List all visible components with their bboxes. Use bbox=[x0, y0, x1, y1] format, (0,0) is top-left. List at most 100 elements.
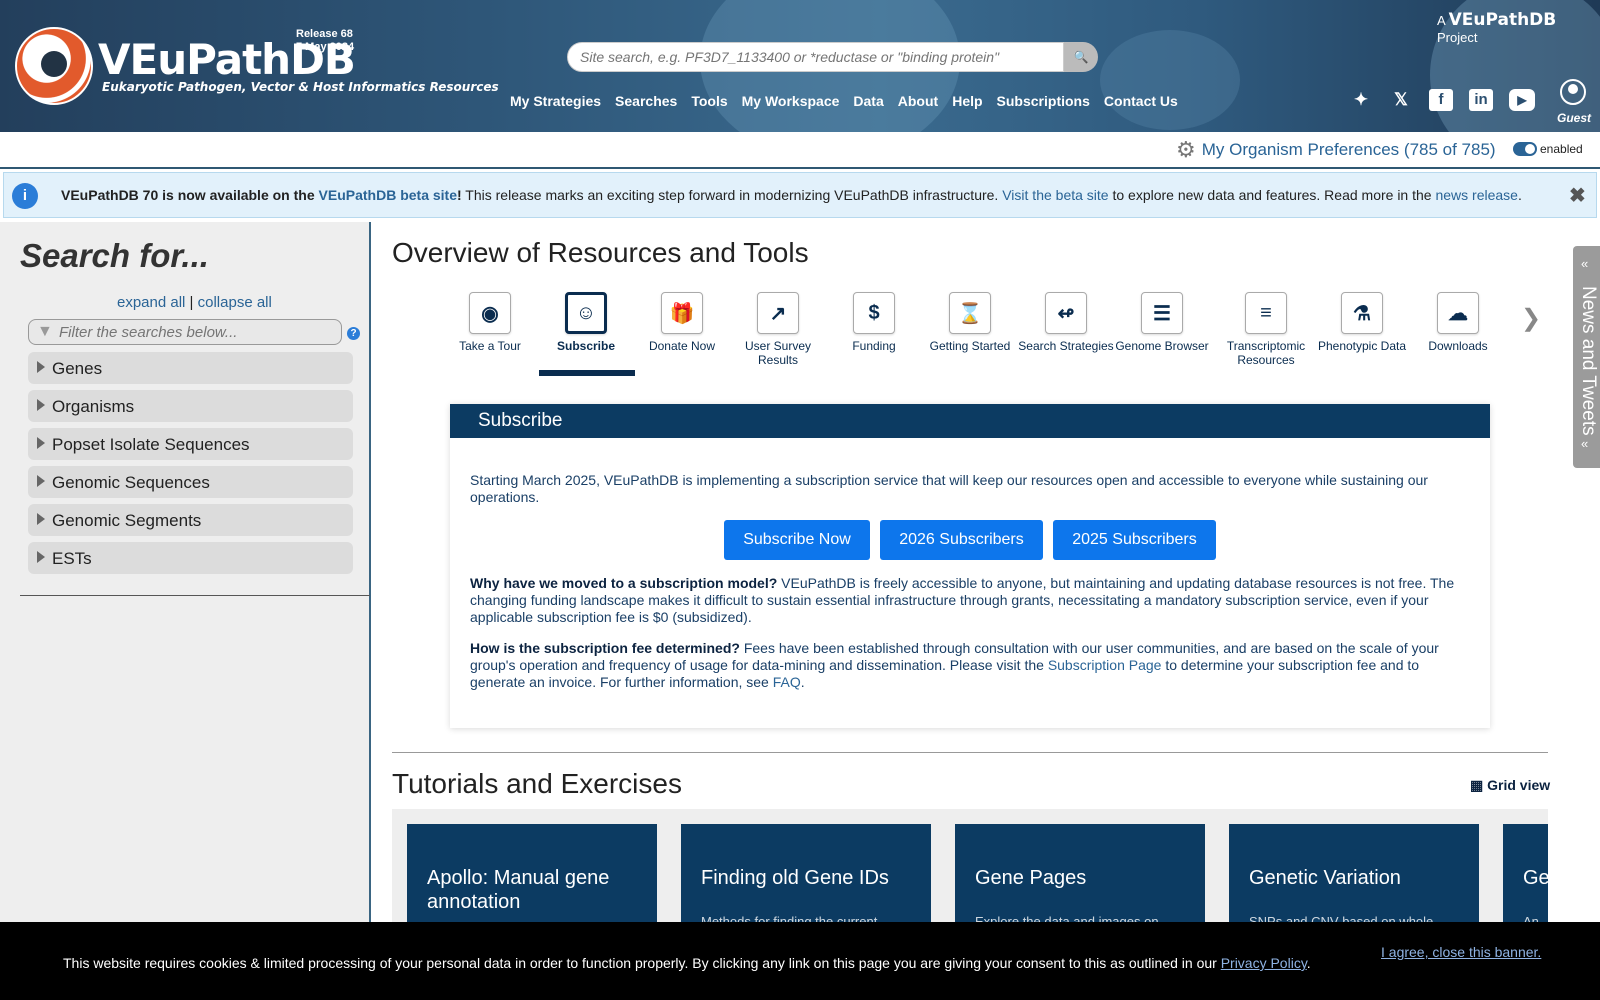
bluesky-icon[interactable]: ✦ bbox=[1349, 89, 1373, 111]
caret-right-icon bbox=[37, 513, 45, 525]
a-prefix: A bbox=[1437, 13, 1445, 28]
nav-subscriptions[interactable]: Subscriptions bbox=[997, 93, 1090, 109]
guest-label[interactable]: Guest bbox=[1557, 111, 1591, 125]
sidebar-item-label: Genomic Sequences bbox=[52, 473, 210, 492]
sidebar-item-genomic-sequences[interactable]: Genomic Sequences bbox=[28, 466, 353, 498]
tool-transcriptomic[interactable]: ≡ Transcriptomic Resources bbox=[1208, 292, 1324, 367]
search-filter[interactable]: ▼ bbox=[28, 319, 342, 345]
search-filter-input[interactable] bbox=[59, 320, 339, 344]
news-and-tweets-tab[interactable]: « News and Tweets « bbox=[1573, 246, 1600, 468]
release-date: 7 May 2024 bbox=[296, 41, 355, 53]
how-question: How is the subscription fee determined? bbox=[470, 640, 740, 656]
faq-link[interactable]: FAQ bbox=[773, 674, 801, 690]
beta-site-link[interactable]: VEuPathDB beta site bbox=[319, 187, 457, 203]
sidebar-item-organisms[interactable]: Organisms bbox=[28, 390, 353, 422]
strategy-icon: ↫ bbox=[1045, 292, 1087, 334]
chevron-double-left-icon: « bbox=[1581, 256, 1589, 271]
help-icon[interactable]: ? bbox=[347, 327, 360, 340]
separator: | bbox=[185, 294, 198, 311]
nav-about[interactable]: About bbox=[898, 93, 938, 109]
chevron-right-icon[interactable]: ❯ bbox=[1521, 304, 1541, 333]
tutorial-card[interactable]: Apollo: Manual gene annotation bbox=[407, 824, 657, 929]
tool-genome-browser[interactable]: ☰ Genome Browser bbox=[1112, 292, 1212, 353]
privacy-policy-link[interactable]: Privacy Policy bbox=[1221, 955, 1307, 971]
expand-collapse-controls: expand all | collapse all bbox=[117, 294, 272, 311]
brand-tagline: Eukaryotic Pathogen, Vector & Host Infor… bbox=[102, 80, 499, 94]
grid-view-toggle[interactable]: ▦ Grid view bbox=[1470, 777, 1550, 794]
tutorial-card[interactable]: Finding old Gene IDsMethods for finding … bbox=[681, 824, 931, 929]
announcement-text: VEuPathDB 70 is now available on the VEu… bbox=[61, 187, 1522, 203]
site-search-input[interactable] bbox=[568, 43, 1063, 71]
sidebar-item-label: Genes bbox=[52, 359, 103, 378]
news-tab-label: News and Tweets bbox=[1578, 286, 1599, 436]
subscribe-now-button[interactable]: Subscribe Now bbox=[724, 520, 870, 560]
tutorial-title: Apollo: Manual gene annotation bbox=[427, 867, 610, 913]
tool-donate-now[interactable]: 🎁 Donate Now bbox=[632, 292, 732, 353]
nav-tools[interactable]: Tools bbox=[691, 93, 727, 109]
why-question: Why have we moved to a subscription mode… bbox=[470, 575, 778, 591]
social-links: ✦ 𝕏 f in ▶ bbox=[1349, 89, 1535, 111]
facebook-icon[interactable]: f bbox=[1429, 89, 1453, 111]
gear-icon: ⚙ bbox=[1176, 137, 1196, 162]
subscription-page-link[interactable]: Subscription Page bbox=[1048, 657, 1162, 673]
tool-funding[interactable]: $ Funding bbox=[824, 292, 924, 353]
cloud-download-icon: ☁ bbox=[1437, 292, 1479, 334]
organism-filter-toggle[interactable] bbox=[1513, 142, 1537, 156]
tool-phenotypic[interactable]: ⚗ Phenotypic Data bbox=[1312, 292, 1412, 353]
sidebar-item-genomic-segments[interactable]: Genomic Segments bbox=[28, 504, 353, 536]
tool-label: Donate Now bbox=[648, 339, 716, 353]
a-brand: VEuPathDB bbox=[1448, 10, 1557, 30]
nav-my-workspace[interactable]: My Workspace bbox=[742, 93, 840, 109]
how-fee: How is the subscription fee determined? … bbox=[470, 640, 1470, 691]
nav-searches[interactable]: Searches bbox=[615, 93, 677, 109]
announcement-end: . bbox=[1517, 187, 1522, 203]
tutorial-title: Gene Pages bbox=[975, 867, 1087, 889]
flask-icon: ⚗ bbox=[1341, 292, 1383, 334]
news-release-link[interactable]: news release bbox=[1435, 187, 1518, 203]
organism-preferences-label[interactable]: My Organism Preferences (785 of 785) bbox=[1202, 140, 1496, 160]
veupathdb-logo-icon[interactable] bbox=[15, 27, 93, 105]
tool-subscribe[interactable]: ☺ Subscribe bbox=[536, 292, 636, 353]
caret-right-icon bbox=[37, 361, 45, 373]
tool-label: Transcriptomic Resources bbox=[1226, 339, 1306, 367]
expand-all-link[interactable]: expand all bbox=[117, 294, 185, 311]
nav-help[interactable]: Help bbox=[952, 93, 982, 109]
agree-close-banner-link[interactable]: I agree, close this banner. bbox=[1381, 944, 1541, 960]
youtube-icon[interactable]: ▶ bbox=[1509, 89, 1535, 111]
x-twitter-icon[interactable]: 𝕏 bbox=[1389, 89, 1413, 111]
tool-search-strategies[interactable]: ↫ Search Strategies bbox=[1016, 292, 1116, 353]
subscribe-heading: Subscribe bbox=[450, 404, 1490, 438]
search-icon[interactable]: 🔍 bbox=[1064, 42, 1098, 72]
nav-data[interactable]: Data bbox=[853, 93, 883, 109]
sidebar-item-label: Popset Isolate Sequences bbox=[52, 435, 250, 454]
tool-getting-started[interactable]: ⌛ Getting Started bbox=[920, 292, 1020, 353]
sidebar-item-genes[interactable]: Genes bbox=[28, 352, 353, 384]
tool-take-a-tour[interactable]: ◉ Take a Tour bbox=[440, 292, 540, 353]
sidebar-item-ests[interactable]: ESTs bbox=[28, 542, 353, 574]
nav-my-strategies[interactable]: My Strategies bbox=[510, 93, 601, 109]
visit-beta-link[interactable]: Visit the beta site bbox=[1002, 187, 1108, 203]
tutorial-card[interactable]: Genetic VariationSNPs and CNV based on w… bbox=[1229, 824, 1479, 929]
tutorial-card[interactable]: GeAn bbox=[1503, 824, 1548, 929]
release-info: Release 68 7 May 2024 bbox=[296, 28, 354, 54]
user-circle-icon[interactable] bbox=[1560, 79, 1586, 105]
site-search[interactable] bbox=[567, 42, 1064, 72]
caret-right-icon bbox=[37, 399, 45, 411]
nav-contact-us[interactable]: Contact Us bbox=[1104, 93, 1178, 109]
linkedin-icon[interactable]: in bbox=[1469, 89, 1493, 111]
cookie-banner: This website requires cookies & limited … bbox=[0, 922, 1600, 1000]
active-tool-indicator bbox=[539, 370, 635, 376]
subscribers-2025-button[interactable]: 2025 Subscribers bbox=[1053, 520, 1216, 560]
list-icon: ≡ bbox=[1245, 292, 1287, 334]
organism-preferences[interactable]: ⚙ My Organism Preferences (785 of 785) bbox=[1176, 137, 1496, 163]
subscribers-2026-button[interactable]: 2026 Subscribers bbox=[880, 520, 1043, 560]
sidebar-title: Search for... bbox=[20, 237, 209, 274]
collapse-all-link[interactable]: collapse all bbox=[198, 294, 272, 311]
a-veupathdb-project[interactable]: A VEuPathDB Project bbox=[1437, 10, 1600, 45]
tool-user-survey[interactable]: ↗ User Survey Results bbox=[728, 292, 828, 367]
close-icon[interactable]: ✖ bbox=[1569, 183, 1586, 208]
tool-downloads[interactable]: ☁ Downloads bbox=[1408, 292, 1508, 353]
sidebar-item-label: ESTs bbox=[52, 549, 92, 568]
tutorial-card[interactable]: Gene PagesExplore the data and images on bbox=[955, 824, 1205, 929]
sidebar-item-popset[interactable]: Popset Isolate Sequences bbox=[28, 428, 353, 460]
